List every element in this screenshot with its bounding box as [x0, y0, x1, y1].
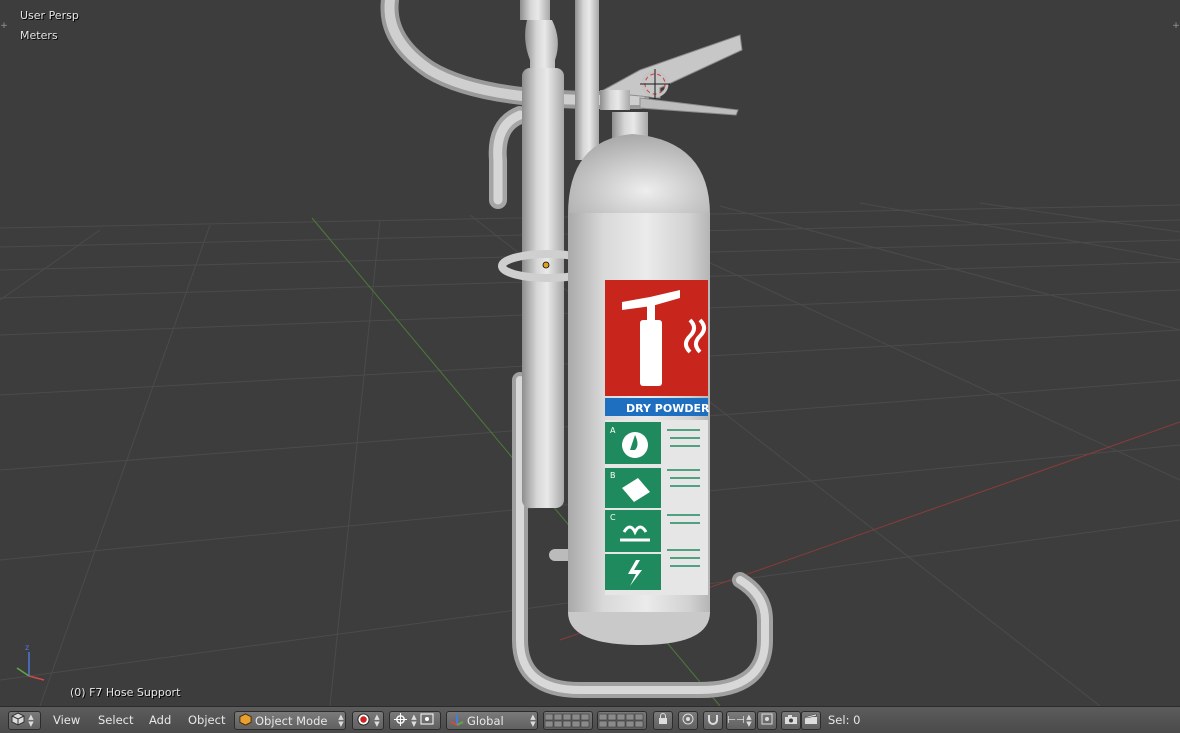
updown-arrows-icon: ▲ ▼ — [530, 712, 536, 728]
lock-icon — [658, 713, 668, 728]
pivot-point-selector[interactable]: ▲ ▼ — [389, 711, 441, 730]
updown-arrows-icon: ▲ ▼ — [746, 712, 752, 728]
snap-target-icon — [761, 713, 773, 728]
menu-add[interactable]: Add — [149, 713, 171, 727]
shading-icon — [353, 712, 373, 729]
svg-text:z: z — [25, 643, 29, 652]
mode-label: Object Mode — [255, 713, 328, 728]
3d-scene[interactable]: DRY POWDER A B C z — [0, 0, 1180, 706]
render-opengl-button[interactable] — [781, 711, 801, 730]
magnet-icon — [707, 713, 719, 728]
class-a-letter: A — [610, 426, 616, 435]
selection-count: Sel: 0 — [828, 713, 861, 727]
support-post — [575, 0, 599, 160]
active-object-info: (0) F7 Hose Support — [70, 686, 181, 699]
snap-increment-icon: ⊢⊣ — [727, 715, 745, 726]
transform-orientation-selector[interactable]: Global ▲ ▼ — [446, 711, 538, 730]
updown-arrows-icon: ▲ ▼ — [411, 712, 417, 728]
clapperboard-icon — [804, 713, 818, 728]
updown-arrows-icon: ▲ ▼ — [374, 712, 380, 728]
proportional-edit-button[interactable] — [678, 711, 698, 730]
manipulate-centers-icon[interactable] — [418, 713, 436, 728]
object-mode-icon — [235, 712, 255, 729]
layer-buttons-group-2[interactable] — [597, 711, 647, 730]
layer-grid-icon — [544, 713, 590, 728]
cube-icon — [9, 712, 27, 729]
updown-arrows-icon: ▲ ▼ — [338, 712, 344, 728]
menu-view[interactable]: View — [53, 713, 80, 727]
class-c-letter: C — [610, 513, 616, 522]
region-expand-icon-right[interactable]: + — [1172, 20, 1180, 32]
editor-type-selector[interactable]: ▲ ▼ — [8, 711, 41, 730]
mode-selector[interactable]: Object Mode ▲ ▼ — [234, 711, 346, 730]
hose-tube — [522, 68, 564, 508]
extinguisher-type-label: DRY POWDER — [626, 402, 710, 415]
class-b-letter: B — [610, 471, 616, 480]
3d-viewport[interactable]: DRY POWDER A B C z + + User Persp Meters… — [0, 0, 1180, 706]
viewport-shading-selector[interactable]: ▲ ▼ — [352, 711, 384, 730]
proportional-edit-icon — [682, 713, 694, 728]
viewport-header: ▲ ▼ View Select Add Object Object Mode ▲ ▼… — [0, 706, 1180, 733]
snap-element-selector[interactable]: ⊢⊣ ▲ ▼ — [726, 711, 756, 730]
menu-select[interactable]: Select — [98, 713, 133, 727]
orientation-label: Global — [467, 713, 504, 728]
layer-grid-icon — [598, 713, 644, 728]
snap-toggle-button[interactable] — [703, 711, 723, 730]
menu-object[interactable]: Object — [188, 713, 225, 727]
updown-arrows-icon: ▲ ▼ — [28, 712, 34, 728]
snap-target-button[interactable] — [757, 711, 777, 730]
lock-camera-button[interactable] — [653, 711, 673, 730]
layer-buttons-group-1[interactable] — [543, 711, 593, 730]
render-animation-button[interactable] — [801, 711, 821, 730]
units-label: Meters — [20, 29, 58, 42]
fire-class-icons: A B C — [605, 422, 661, 590]
transform-manipulator-icon — [447, 712, 467, 729]
pivot-icon — [390, 712, 410, 729]
view-name-label: User Persp — [20, 9, 79, 22]
region-expand-icon-left[interactable]: + — [0, 20, 8, 32]
camera-icon — [784, 714, 798, 728]
